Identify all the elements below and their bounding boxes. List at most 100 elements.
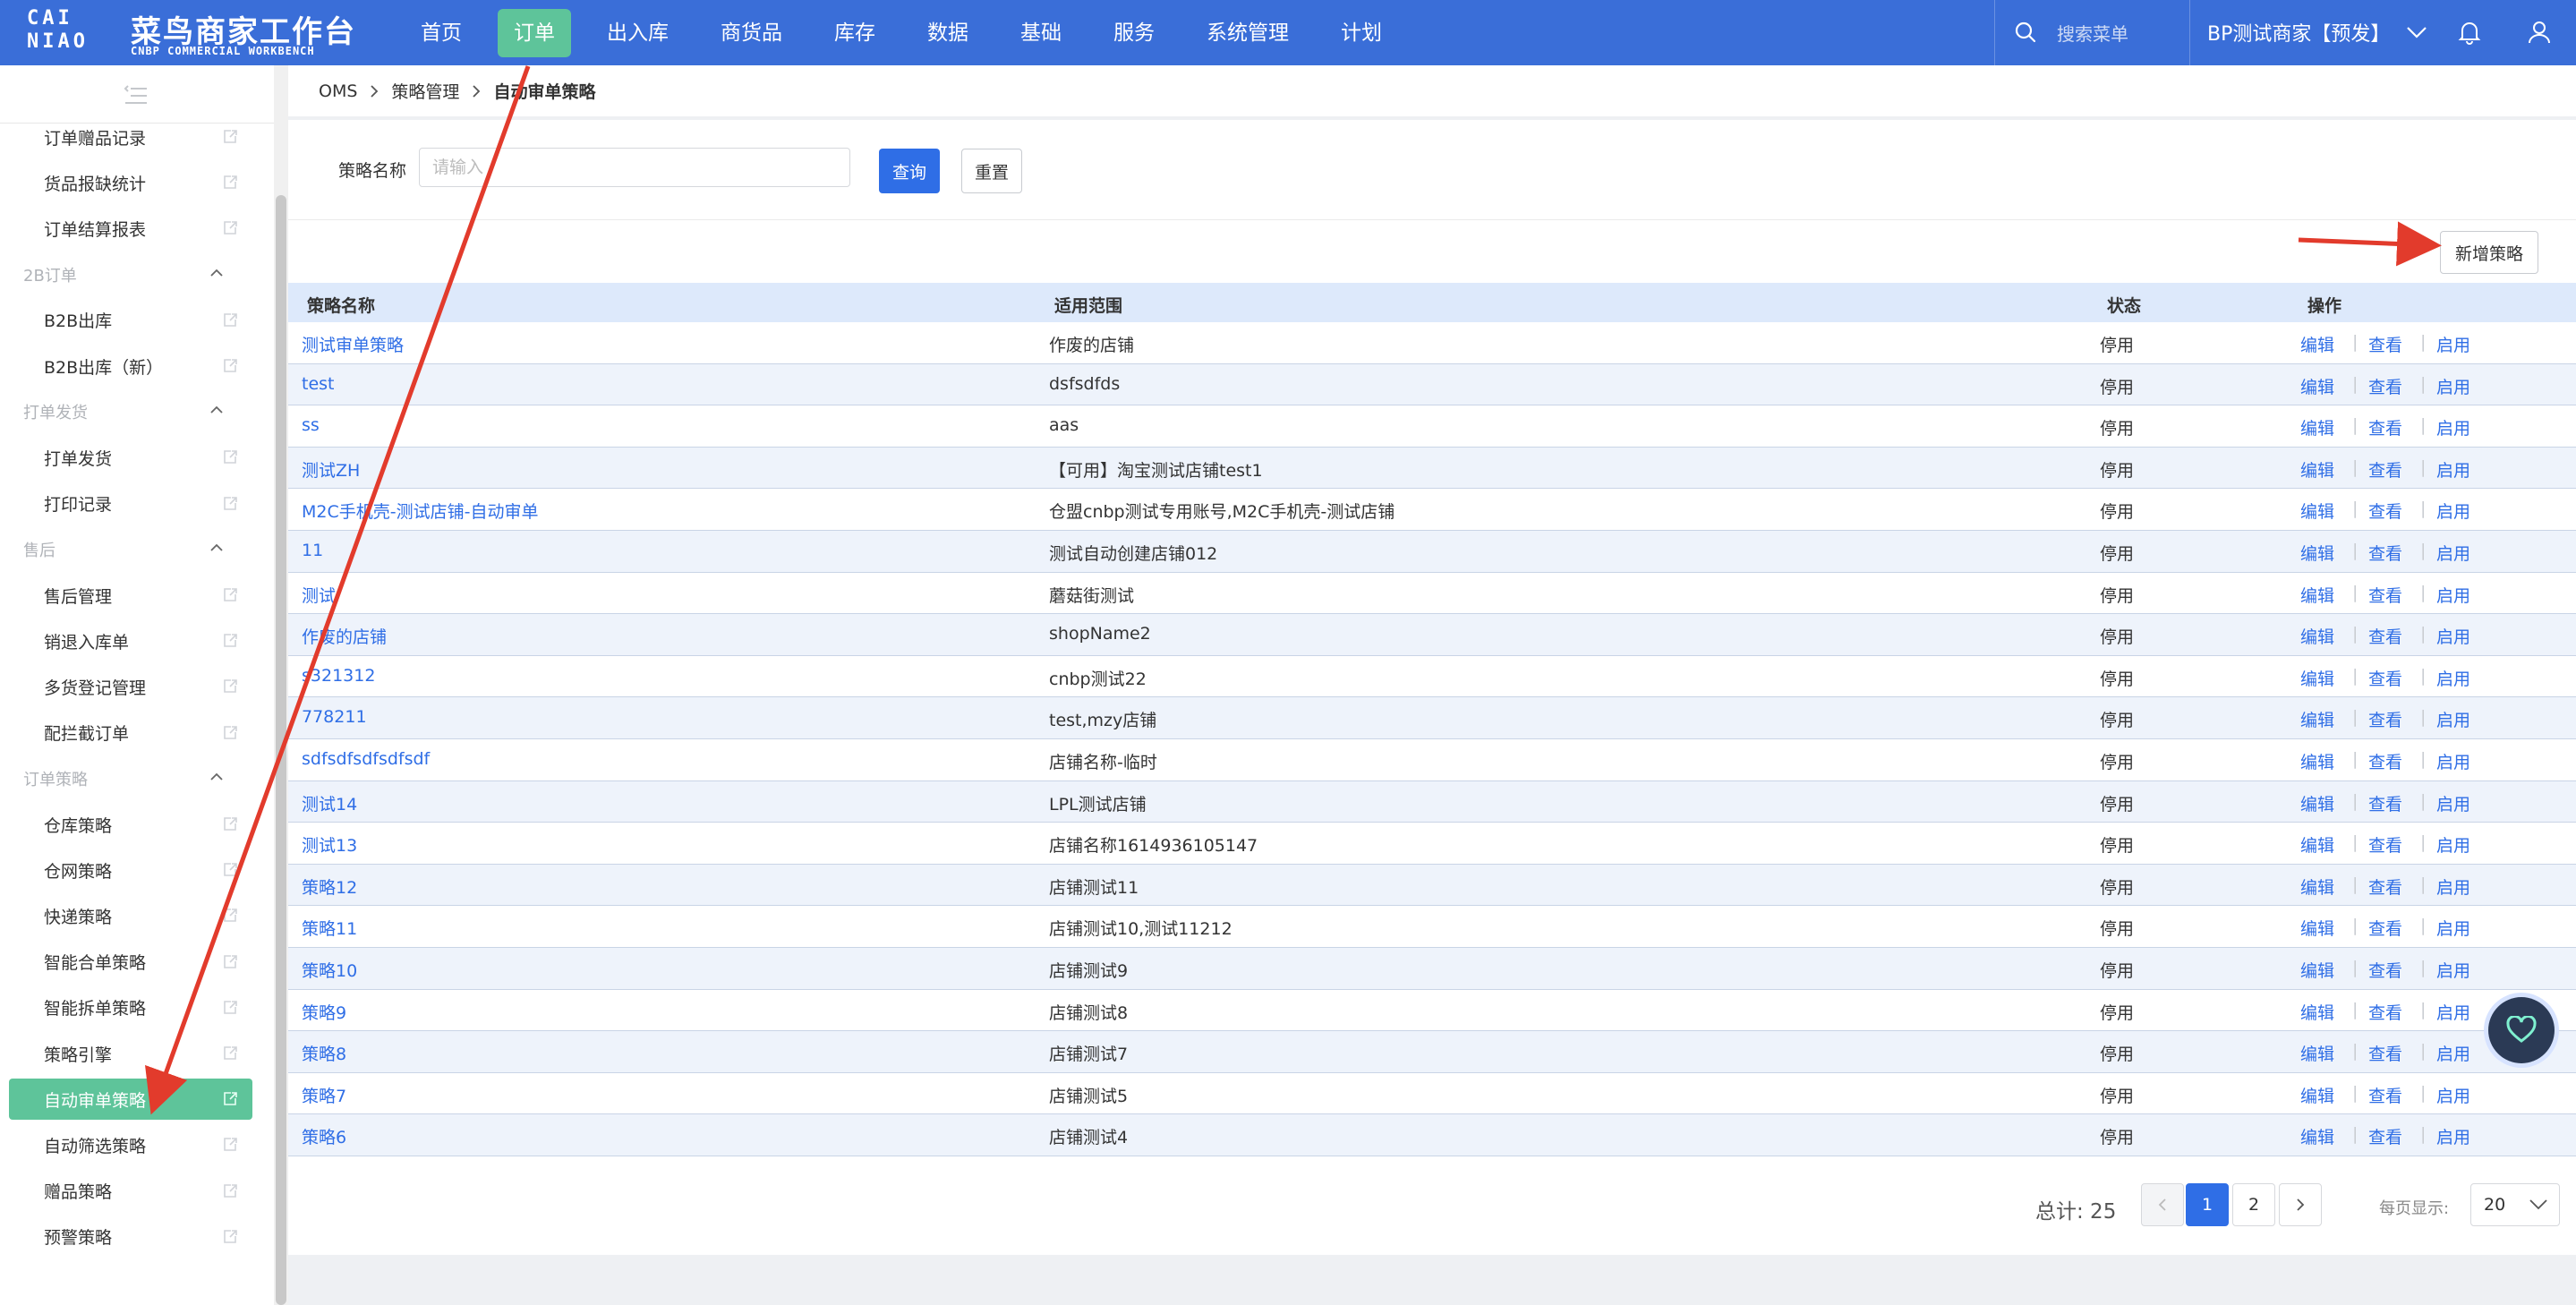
- view-link[interactable]: 查看: [2368, 624, 2402, 648]
- enable-link[interactable]: 启用: [2436, 1083, 2470, 1107]
- query-button[interactable]: 查询: [879, 149, 940, 193]
- edit-link[interactable]: 编辑: [2300, 1083, 2334, 1107]
- sidebar-item[interactable]: 快递策略: [9, 895, 252, 936]
- open-external-icon[interactable]: [222, 725, 238, 741]
- view-link[interactable]: 查看: [2368, 541, 2402, 565]
- nav-plan[interactable]: 计划: [1325, 9, 1398, 57]
- sidebar-scrollbar-thumb[interactable]: [276, 195, 286, 1305]
- enable-link[interactable]: 启用: [2436, 958, 2470, 982]
- strategy-name-link[interactable]: sdfsdfsdfsdfsdf: [302, 749, 430, 769]
- enable-link[interactable]: 启用: [2436, 374, 2470, 398]
- enable-link[interactable]: 启用: [2436, 916, 2470, 940]
- enable-link[interactable]: 启用: [2436, 457, 2470, 482]
- next-page-button[interactable]: [2279, 1183, 2322, 1226]
- nav-home[interactable]: 首页: [405, 9, 478, 57]
- sidebar-group[interactable]: 打单发货: [0, 391, 251, 432]
- enable-link[interactable]: 启用: [2436, 1000, 2470, 1024]
- sidebar-item[interactable]: 自动筛选策略: [9, 1124, 252, 1165]
- open-external-icon[interactable]: [222, 129, 238, 145]
- view-link[interactable]: 查看: [2368, 332, 2402, 356]
- open-external-icon[interactable]: [222, 175, 238, 191]
- edit-link[interactable]: 编辑: [2300, 1124, 2334, 1148]
- menu-search[interactable]: 搜索菜单: [2014, 14, 2128, 50]
- sidebar-item[interactable]: 赠品策略: [9, 1171, 252, 1212]
- enable-link[interactable]: 启用: [2436, 332, 2470, 356]
- edit-link[interactable]: 编辑: [2300, 832, 2334, 857]
- nav-inventory[interactable]: 库存: [818, 9, 891, 57]
- strategy-name-link[interactable]: 778211: [302, 707, 367, 727]
- open-external-icon[interactable]: [222, 1183, 238, 1199]
- strategy-name-link[interactable]: 测试: [302, 583, 336, 607]
- edit-link[interactable]: 编辑: [2300, 874, 2334, 899]
- open-external-icon[interactable]: [222, 587, 238, 603]
- page-1-button[interactable]: 1: [2186, 1183, 2229, 1226]
- edit-link[interactable]: 编辑: [2300, 1041, 2334, 1065]
- open-external-icon[interactable]: [222, 220, 238, 236]
- sidebar-item[interactable]: 多货登记管理: [9, 666, 252, 707]
- open-external-icon[interactable]: [222, 816, 238, 832]
- sidebar-item[interactable]: 配拦截订单: [9, 712, 252, 754]
- sidebar-group[interactable]: 订单策略: [0, 758, 251, 799]
- enable-link[interactable]: 启用: [2436, 415, 2470, 439]
- edit-link[interactable]: 编辑: [2300, 332, 2334, 356]
- edit-link[interactable]: 编辑: [2300, 916, 2334, 940]
- open-external-icon[interactable]: [222, 1229, 238, 1245]
- edit-link[interactable]: 编辑: [2300, 958, 2334, 982]
- strategy-name-link[interactable]: ss: [302, 415, 320, 435]
- sidebar-item[interactable]: 策略引擎: [9, 1033, 252, 1074]
- edit-link[interactable]: 编辑: [2300, 624, 2334, 648]
- edit-link[interactable]: 编辑: [2300, 1000, 2334, 1024]
- open-external-icon[interactable]: [222, 1091, 238, 1107]
- sidebar-item[interactable]: 销退入库单: [9, 620, 252, 661]
- enable-link[interactable]: 启用: [2436, 499, 2470, 523]
- open-external-icon[interactable]: [222, 358, 238, 374]
- sidebar-item[interactable]: 订单赠品记录: [9, 116, 252, 158]
- enable-link[interactable]: 启用: [2436, 791, 2470, 815]
- view-link[interactable]: 查看: [2368, 916, 2402, 940]
- view-link[interactable]: 查看: [2368, 1041, 2402, 1065]
- sidebar-item[interactable]: B2B出库: [9, 300, 252, 341]
- breadcrumb-strategy-management[interactable]: 策略管理: [391, 79, 459, 103]
- sidebar-item[interactable]: 货品报缺统计: [9, 162, 252, 203]
- edit-link[interactable]: 编辑: [2300, 707, 2334, 731]
- open-external-icon[interactable]: [222, 908, 238, 924]
- open-external-icon[interactable]: [222, 678, 238, 695]
- strategy-name-link[interactable]: 测试14: [302, 791, 357, 815]
- strategy-name-link[interactable]: s321312: [302, 666, 375, 686]
- enable-link[interactable]: 启用: [2436, 1041, 2470, 1065]
- sidebar-item[interactable]: 打印记录: [9, 483, 252, 525]
- cainiao-logo[interactable]: CAI NIAO 菜鸟商家工作台 CNBP COMMERCIAL WORKBEN…: [27, 7, 354, 59]
- view-link[interactable]: 查看: [2368, 1083, 2402, 1107]
- nav-data[interactable]: 数据: [911, 9, 985, 57]
- sidebar-item[interactable]: 智能合单策略: [9, 942, 252, 983]
- edit-link[interactable]: 编辑: [2300, 457, 2334, 482]
- view-link[interactable]: 查看: [2368, 958, 2402, 982]
- enable-link[interactable]: 启用: [2436, 624, 2470, 648]
- enable-link[interactable]: 启用: [2436, 1124, 2470, 1148]
- user-icon[interactable]: [2528, 20, 2551, 45]
- bell-icon[interactable]: [2458, 20, 2481, 45]
- merchant-switcher[interactable]: BP测试商家【预发】: [2207, 14, 2427, 50]
- sidebar-item[interactable]: 智能拆单策略: [9, 987, 252, 1028]
- strategy-name-link[interactable]: 策略9: [302, 1000, 346, 1024]
- sidebar-item[interactable]: 仓网策略: [9, 849, 252, 891]
- open-external-icon[interactable]: [222, 862, 238, 878]
- view-link[interactable]: 查看: [2368, 874, 2402, 899]
- page-size-select[interactable]: 20: [2470, 1183, 2560, 1226]
- edit-link[interactable]: 编辑: [2300, 415, 2334, 439]
- strategy-name-link[interactable]: 策略8: [302, 1041, 346, 1065]
- nav-basic[interactable]: 基础: [1004, 9, 1078, 57]
- strategy-name-link[interactable]: 策略12: [302, 874, 357, 899]
- enable-link[interactable]: 启用: [2436, 583, 2470, 607]
- view-link[interactable]: 查看: [2368, 415, 2402, 439]
- open-external-icon[interactable]: [222, 496, 238, 512]
- enable-link[interactable]: 启用: [2436, 749, 2470, 773]
- strategy-name-link[interactable]: 测试13: [302, 832, 357, 857]
- open-external-icon[interactable]: [222, 449, 238, 465]
- view-link[interactable]: 查看: [2368, 583, 2402, 607]
- open-external-icon[interactable]: [222, 1137, 238, 1153]
- sidebar-item[interactable]: B2B出库（新）: [9, 345, 252, 387]
- view-link[interactable]: 查看: [2368, 749, 2402, 773]
- strategy-name-link[interactable]: 策略10: [302, 958, 357, 982]
- enable-link[interactable]: 启用: [2436, 541, 2470, 565]
